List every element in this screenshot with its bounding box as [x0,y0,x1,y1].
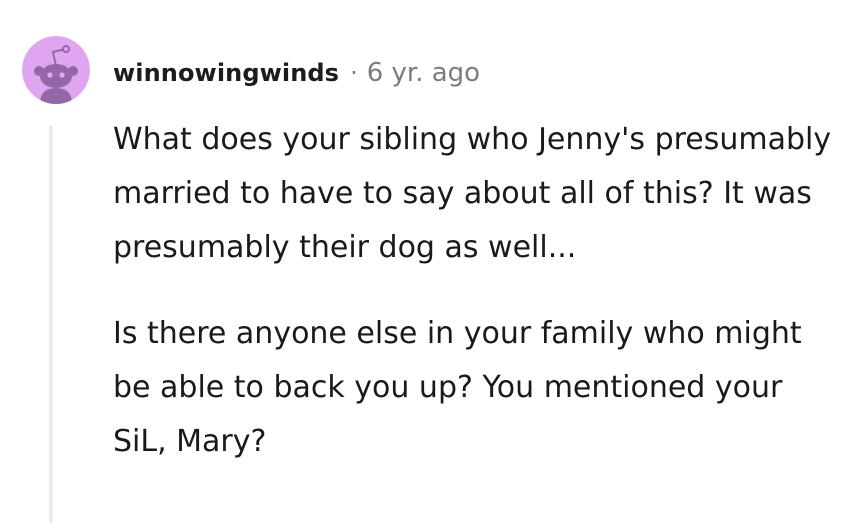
comment-paragraph: Is there anyone else in your family who … [113,316,802,459]
comment-paragraph: What does your sibling who Jenny's presu… [113,122,832,265]
comment-timestamp[interactable]: 6 yr. ago [367,58,480,88]
comment-header: winnowingwinds · 6 yr. ago [113,56,480,90]
meta-separator: · [350,59,358,87]
user-avatar[interactable] [22,36,90,104]
author-username[interactable]: winnowingwinds [113,59,339,87]
comment: winnowingwinds · 6 yr. ago What does you… [0,0,856,523]
reddit-snoo-avatar-icon [22,36,90,104]
comment-body: What does your sibling who Jenny's presu… [113,113,833,501]
thread-collapse-line[interactable] [49,126,53,523]
